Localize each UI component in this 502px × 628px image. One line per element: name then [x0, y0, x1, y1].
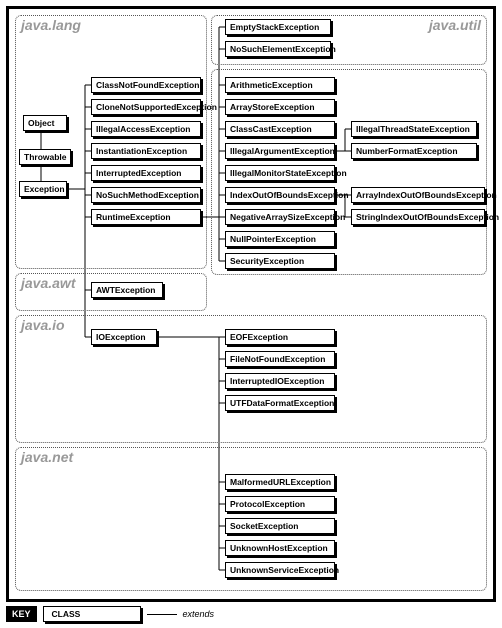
class-net-1: ProtocolException [225, 496, 335, 512]
package-label-awt: java.awt [21, 275, 75, 291]
class-util-0: EmptyStackException [225, 19, 331, 35]
legend-line-icon [147, 614, 177, 615]
class-net-2: SocketException [225, 518, 335, 534]
class-rt-8: SecurityException [225, 253, 335, 269]
class-idx-1: StringIndexOutOfBoundsException [351, 209, 485, 225]
class-net-0: MalformedURLException [225, 474, 335, 490]
class-lang-0: ClassNotFoundException [91, 77, 201, 93]
class-io-3: UTFDataFormatException [225, 395, 335, 411]
class-lang-3: InstantiationException [91, 143, 201, 159]
legend-extends: extends [183, 609, 215, 619]
legend: KEY CLASS extends [6, 606, 214, 622]
package-java-lang [15, 15, 207, 269]
class-lang-5: NoSuchMethodException [91, 187, 201, 203]
class-net-3: UnknownHostException [225, 540, 335, 556]
class-idx-0: ArrayIndexOutOfBoundsException [351, 187, 485, 203]
class-rt-2: ClassCastException [225, 121, 335, 137]
class-illarg-1: NumberFormatException [351, 143, 477, 159]
class-lang-1: CloneNotSupportedException [91, 99, 201, 115]
class-net-4: UnknownServiceException [225, 562, 335, 578]
class-throwable: Throwable [19, 149, 71, 165]
class-object: Object [23, 115, 67, 131]
package-label-util: java.util [429, 17, 481, 33]
class-io-2: InterruptedIOException [225, 373, 335, 389]
class-illarg-0: IllegalThreadStateException [351, 121, 477, 137]
class-rt-5: IndexOutOfBoundsException [225, 187, 335, 203]
class-lang-6: RuntimeException [91, 209, 201, 225]
class-rt-4: IllegalMonitorStateException [225, 165, 335, 181]
class-io-1: FileNotFoundException [225, 351, 335, 367]
class-lang-4: InterruptedException [91, 165, 201, 181]
class-util-1: NoSuchElementException [225, 41, 331, 57]
class-awt: AWTException [91, 282, 163, 298]
class-rt-1: ArrayStoreException [225, 99, 335, 115]
class-rt-3: IllegalArgumentException [225, 143, 335, 159]
legend-label: KEY [6, 606, 37, 622]
class-io-0: EOFException [225, 329, 335, 345]
legend-class-box: CLASS [43, 606, 141, 622]
class-io: IOException [91, 329, 157, 345]
package-label-io: java.io [21, 317, 65, 333]
class-rt-0: ArithmeticException [225, 77, 335, 93]
class-rt-7: NullPointerException [225, 231, 335, 247]
package-label-lang: java.lang [21, 17, 81, 33]
diagram-frame: java.lang java.util java.awt java.io jav… [6, 6, 496, 602]
class-exception: Exception [19, 181, 67, 197]
package-label-net: java.net [21, 449, 73, 465]
class-lang-2: IllegalAccessException [91, 121, 201, 137]
class-rt-6: NegativeArraySizeException [225, 209, 335, 225]
